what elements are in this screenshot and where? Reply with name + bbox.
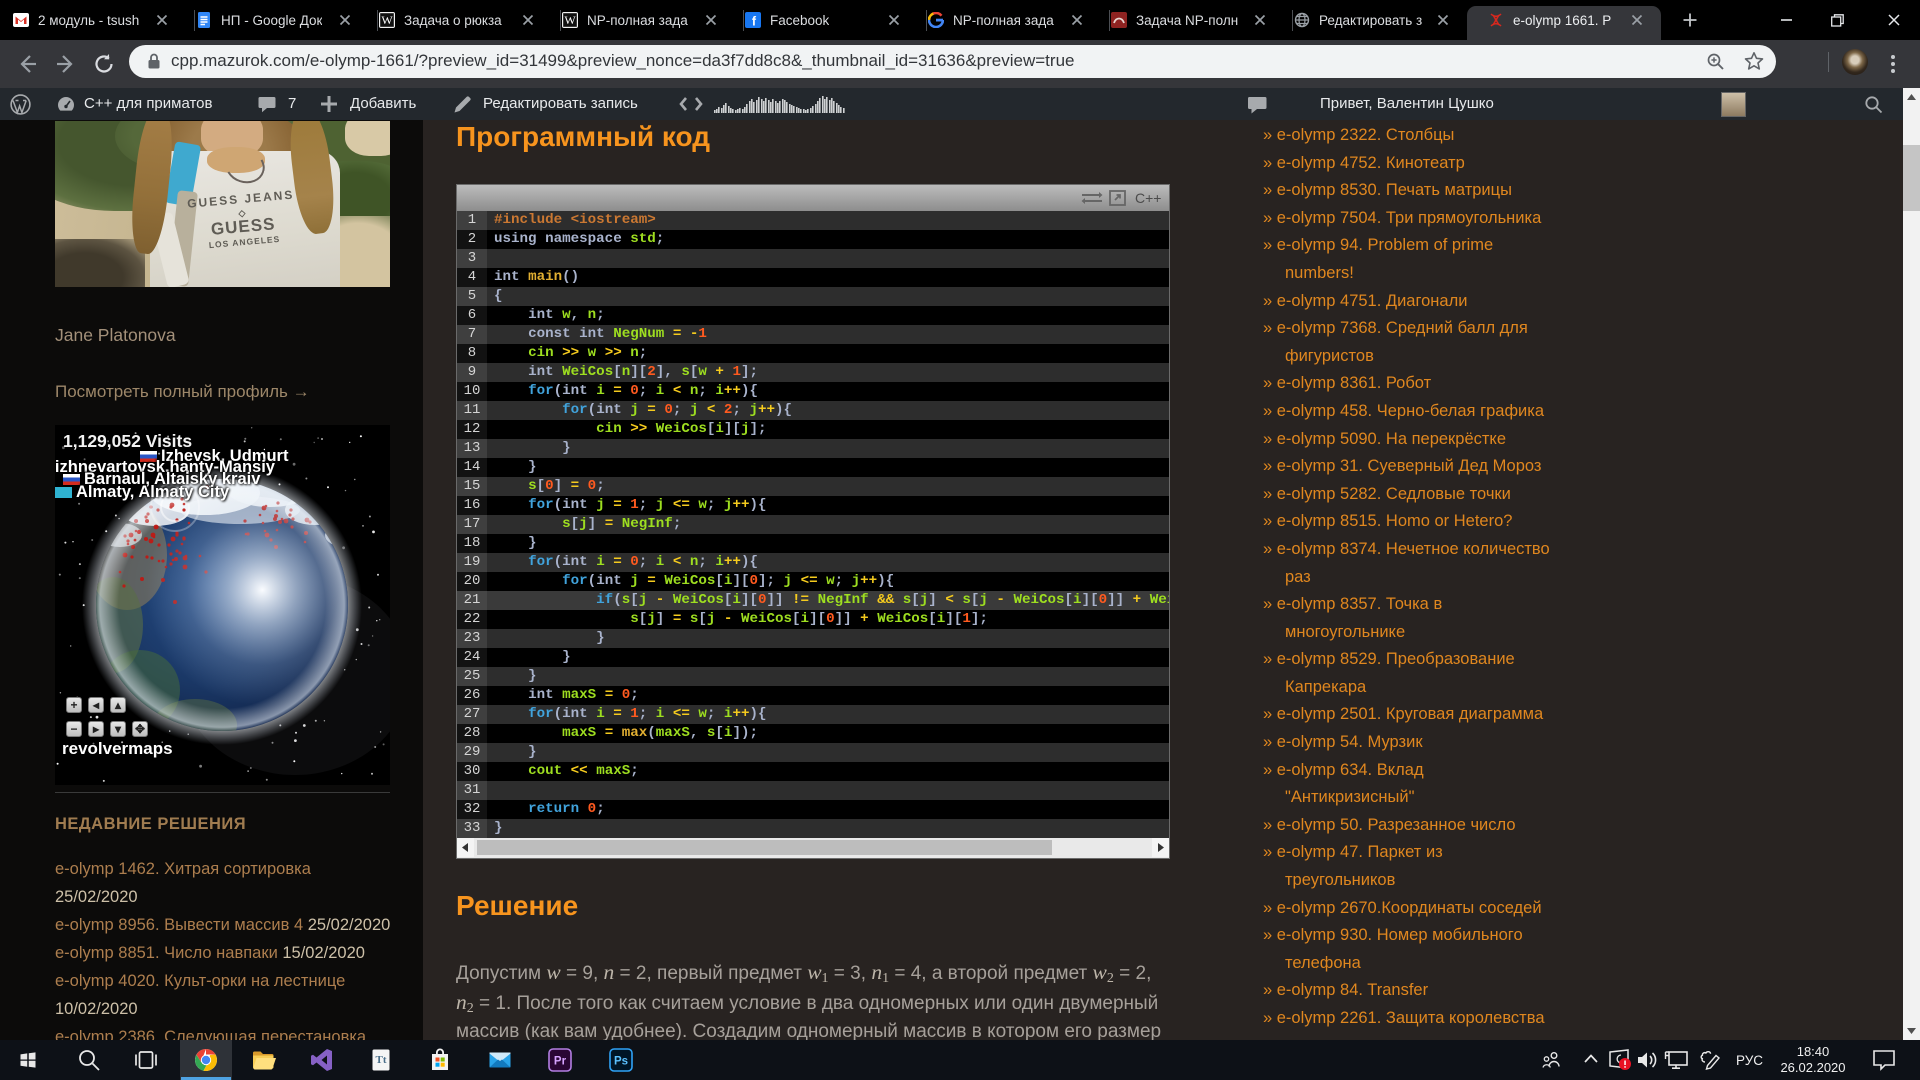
svg-text:W: W <box>564 13 576 27</box>
svg-text:Tt: Tt <box>376 1054 387 1066</box>
svg-text:Pr: Pr <box>554 1056 567 1068</box>
svg-text:W: W <box>381 13 393 27</box>
svg-text:Ps: Ps <box>614 1056 628 1068</box>
